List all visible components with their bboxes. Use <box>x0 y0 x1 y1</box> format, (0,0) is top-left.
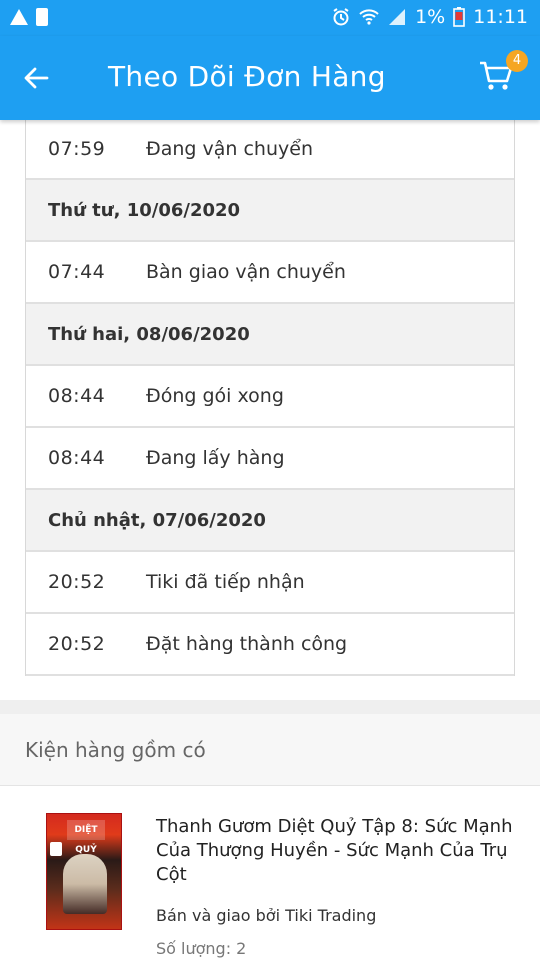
event-time: 07:59 <box>48 138 106 160</box>
event-status: Tiki đã tiếp nhận <box>146 571 305 593</box>
section-divider <box>0 700 540 714</box>
event-time: 08:44 <box>48 385 106 407</box>
alarm-icon <box>333 8 349 26</box>
event-status: Đặt hàng thành công <box>146 633 348 655</box>
product-seller: Bán và giao bởi Tiki Trading <box>156 906 377 925</box>
tracking-timeline: 07:59 Đang vận chuyển Thứ tư, 10/06/2020… <box>25 120 515 676</box>
product-title[interactable]: Thanh Gươm Diệt Quỷ Tập 8: Sức Mạnh Của … <box>156 815 526 887</box>
timeline-date-row: Thứ hai, 08/06/2020 <box>26 304 514 366</box>
arrow-left-icon <box>24 67 49 89</box>
timeline-event-row: 08:44 Đóng gói xong <box>26 366 514 428</box>
timeline-event-row: 07:59 Đang vận chuyển <box>26 120 514 180</box>
battery-percent: 1% <box>415 6 446 28</box>
cart-badge: 4 <box>506 50 528 72</box>
product-quantity: Số lượng: 2 <box>156 939 247 958</box>
timeline-event-row: 20:52 Tiki đã tiếp nhận <box>26 552 514 614</box>
timeline-event-row: 07:44 Bàn giao vận chuyển <box>26 242 514 304</box>
page-title: Theo Dõi Đơn Hàng <box>108 60 386 93</box>
timeline-event-row: 08:44 Đang lấy hàng <box>26 428 514 490</box>
cover-volume-badge <box>50 842 62 856</box>
app-bar: Theo Dõi Đơn Hàng 4 <box>0 36 540 120</box>
product-item[interactable]: DIỆT QUỶ Thanh Gươm Diệt Quỷ Tập 8: Sức … <box>0 787 540 960</box>
package-section-header: Kiện hàng gồm có <box>0 714 540 786</box>
event-status: Bàn giao vận chuyển <box>146 261 346 283</box>
back-button[interactable] <box>18 60 54 96</box>
battery-low-icon <box>453 7 466 27</box>
timeline-event-row: 20:52 Đặt hàng thành công <box>26 614 514 676</box>
package-heading: Kiện hàng gồm có <box>25 738 206 762</box>
status-bar: 1% 11:11 <box>0 0 540 36</box>
event-status: Đang vận chuyển <box>146 138 313 160</box>
warning-icon <box>10 9 28 25</box>
event-time: 20:52 <box>48 633 106 655</box>
cover-logo: DIỆT QUỶ <box>67 820 105 855</box>
product-cover-image[interactable]: DIỆT QUỶ <box>46 813 122 930</box>
event-time: 07:44 <box>48 261 106 283</box>
event-status: Đóng gói xong <box>146 385 284 407</box>
event-time: 20:52 <box>48 571 106 593</box>
clock: 11:11 <box>473 6 528 28</box>
signal-icon <box>389 9 406 25</box>
timeline-date-row: Thứ tư, 10/06/2020 <box>26 180 514 242</box>
cover-character <box>63 854 107 914</box>
event-time: 08:44 <box>48 447 106 469</box>
sim-icon <box>36 8 48 26</box>
wifi-icon <box>359 9 379 25</box>
event-status: Đang lấy hàng <box>146 447 285 469</box>
timeline-date-row: Chủ nhật, 07/06/2020 <box>26 490 514 552</box>
